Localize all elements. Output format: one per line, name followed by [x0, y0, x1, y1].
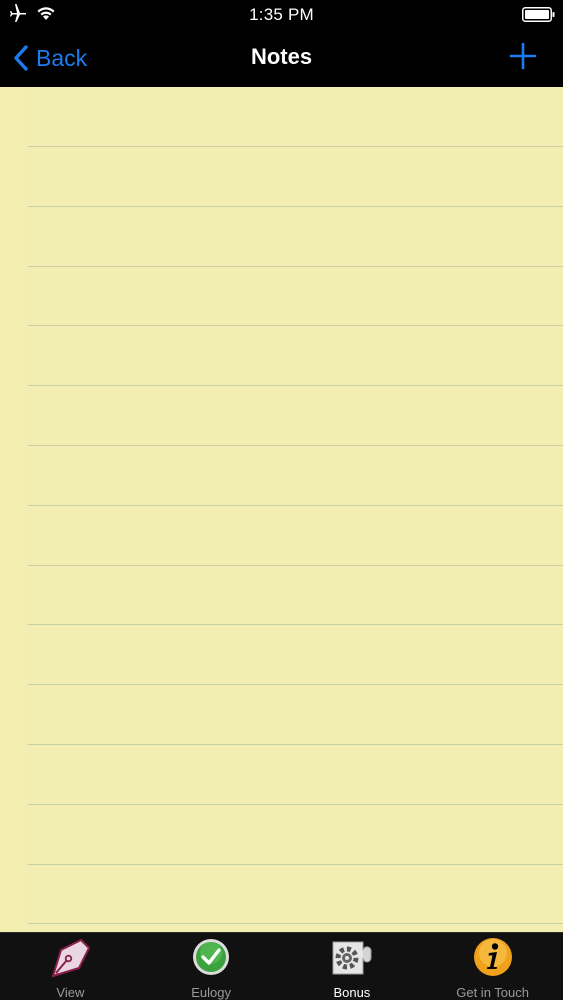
tab-bonus[interactable]: Bonus: [282, 933, 423, 1000]
note-text-area[interactable]: [0, 87, 563, 932]
info-icon: [473, 938, 512, 976]
tab-bonus-label: Bonus: [333, 985, 371, 1000]
tab-get-in-touch[interactable]: Get in Touch: [422, 933, 563, 1000]
rule-line: [28, 864, 563, 865]
tab-eulogy-label: Eulogy: [191, 985, 231, 1000]
screen: 1:35 PM Back Notes View Eulogy Bonus Get…: [0, 0, 563, 1000]
checkmark-icon: [193, 939, 230, 975]
add-note-button[interactable]: [509, 42, 537, 70]
tab-eulogy[interactable]: Eulogy: [141, 933, 282, 1000]
tab-bar: View Eulogy Bonus Get in Touch: [0, 932, 563, 1000]
tab-view-label: View: [56, 985, 85, 1000]
navigation-bar: Back Notes: [0, 30, 563, 87]
rule-line: [28, 146, 563, 147]
rule-line: [28, 923, 563, 924]
battery-icon: [522, 7, 555, 22]
note-margin: [0, 87, 22, 932]
status-bar: 1:35 PM: [0, 0, 563, 30]
rule-line: [28, 624, 563, 625]
pen-nib-icon: [51, 938, 91, 978]
rule-line: [28, 445, 563, 446]
rule-line: [28, 565, 563, 566]
gear-puzzle-icon: [332, 941, 372, 975]
rule-line: [28, 684, 563, 685]
rule-line: [28, 804, 563, 805]
tab-get-in-touch-label: Get in Touch: [456, 985, 529, 1000]
status-time: 1:35 PM: [249, 5, 314, 24]
rule-line: [28, 385, 563, 386]
rule-line: [28, 266, 563, 267]
rule-line: [28, 744, 563, 745]
rule-line: [28, 206, 563, 207]
rule-line: [28, 325, 563, 326]
page-title: Notes: [250, 44, 313, 69]
tab-view[interactable]: View: [0, 933, 141, 1000]
rule-line: [28, 505, 563, 506]
